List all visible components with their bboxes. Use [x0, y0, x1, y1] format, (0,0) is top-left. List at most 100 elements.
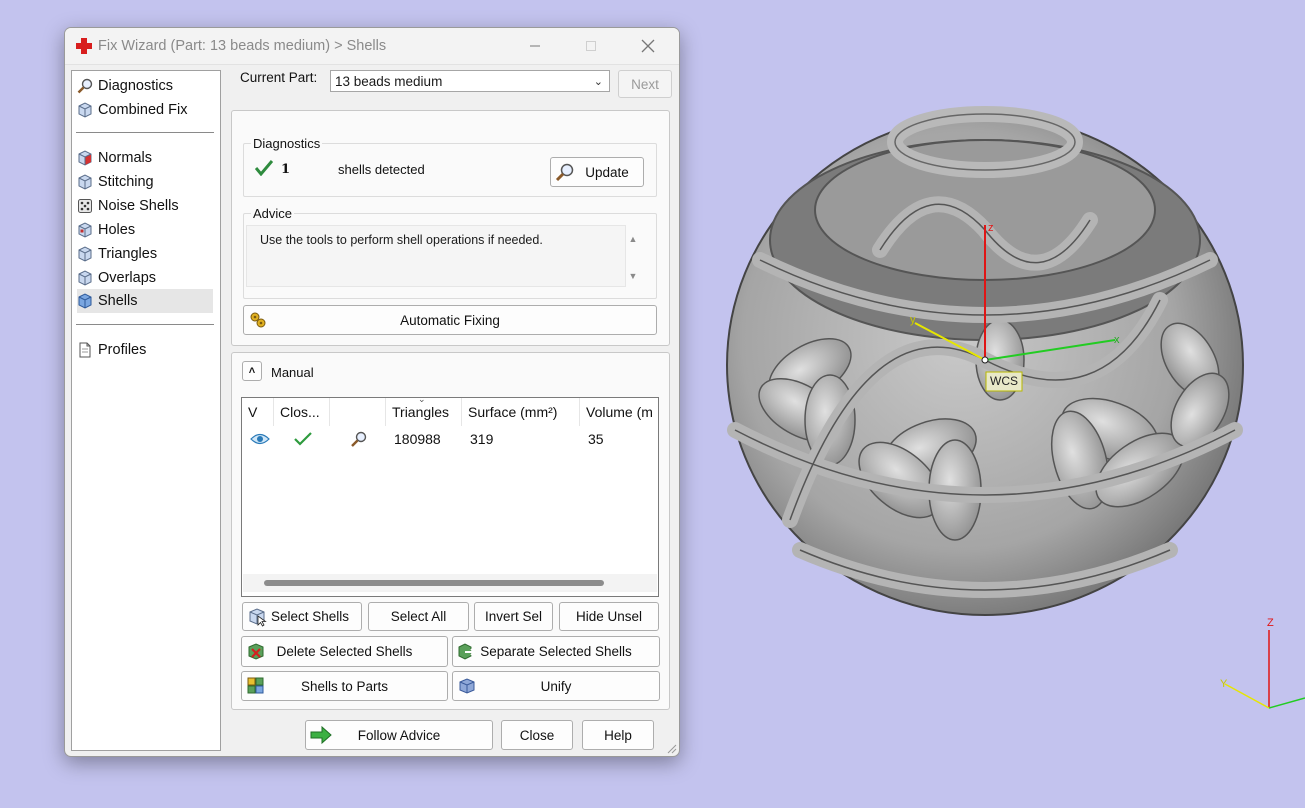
check-icon: [255, 160, 273, 176]
close-icon: [641, 39, 655, 53]
diagnostics-title: Diagnostics: [251, 136, 323, 151]
maximize-button[interactable]: [568, 28, 614, 64]
advice-textbox[interactable]: Use the tools to perform shell operation…: [246, 225, 626, 287]
closed-check-icon: [288, 428, 312, 450]
separate-selected-shells-button[interactable]: Separate Selected Shells: [452, 636, 660, 667]
automatic-fixing-button[interactable]: Automatic Fixing: [243, 305, 657, 335]
nav-label: Diagnostics: [98, 78, 173, 94]
shells-to-parts-icon: [247, 677, 264, 694]
cube-icon: [78, 246, 92, 262]
axis-y-label: y: [910, 314, 916, 326]
nav-item-normals[interactable]: Normals: [77, 147, 152, 169]
cube-select-icon: [249, 607, 267, 627]
shell-count: 1: [281, 162, 291, 177]
minimize-button[interactable]: [512, 28, 558, 64]
current-part-label: Current Part:: [240, 70, 318, 85]
resize-grip-icon[interactable]: [667, 744, 677, 754]
magnifier-icon: [555, 163, 574, 182]
axis-x-label: x: [1114, 334, 1120, 346]
title-bar[interactable]: Fix Wizard (Part: 13 beads medium) > She…: [65, 28, 679, 65]
wcs-label: WCS: [990, 374, 1018, 388]
cube-red-icon: [78, 150, 92, 166]
nav-item-holes[interactable]: Holes: [77, 219, 135, 241]
shells-to-parts-label: Shells to Parts: [300, 678, 389, 694]
minimize-icon: [530, 45, 540, 47]
fix-nav-list: Diagnostics Combined Fix Normals Stitchi…: [71, 70, 221, 751]
axis-z-label: z: [988, 222, 994, 234]
green-arrow-icon: [310, 725, 332, 745]
help-button[interactable]: Help: [582, 720, 654, 750]
select-shells-button[interactable]: Select Shells: [242, 602, 362, 631]
manual-title: Manual: [271, 365, 314, 380]
advice-title: Advice: [251, 206, 295, 221]
dice-icon: [78, 199, 92, 213]
hide-unsel-button[interactable]: Hide Unsel: [559, 602, 659, 631]
nav-label: Noise Shells: [98, 198, 179, 214]
column-header-closed[interactable]: Clos...: [274, 398, 330, 426]
cube-icon: [78, 102, 92, 118]
next-button[interactable]: Next: [618, 70, 672, 98]
current-part-value: 13 beads medium: [335, 73, 443, 89]
update-label: Update: [585, 164, 629, 180]
nav-item-combined-fix[interactable]: Combined Fix: [77, 99, 187, 121]
fix-wizard-window: Fix Wizard (Part: 13 beads medium) > She…: [64, 27, 680, 757]
collapse-manual-button[interactable]: ˄: [242, 361, 262, 381]
magnifier-icon: [351, 431, 367, 447]
column-header-triangles[interactable]: Triangles ⌄: [386, 398, 462, 426]
scroll-up-arrow-icon[interactable]: ▲: [626, 234, 640, 244]
current-part-dropdown[interactable]: 13 beads medium ⌄: [330, 70, 610, 92]
shells-to-parts-button[interactable]: Shells to Parts: [241, 671, 448, 701]
inspect-shell-icon[interactable]: [344, 428, 368, 450]
surface-cell: 319: [470, 431, 494, 447]
column-header-visibility[interactable]: V: [242, 398, 274, 426]
cube-icon: [78, 222, 92, 238]
column-header-surface[interactable]: Surface (mm²): [462, 398, 580, 426]
nav-label: Triangles: [98, 246, 158, 262]
automatic-fixing-label: Automatic Fixing: [400, 312, 500, 328]
nav-divider: [76, 324, 214, 325]
maximize-icon: [586, 41, 596, 51]
invert-sel-button[interactable]: Invert Sel: [474, 602, 553, 631]
nav-label: Normals: [98, 150, 152, 166]
nav-item-overlaps[interactable]: Overlaps: [77, 267, 156, 289]
eye-icon[interactable]: [244, 428, 270, 450]
nav-item-diagnostics[interactable]: Diagnostics: [77, 75, 173, 97]
nav-label: Overlaps: [98, 270, 157, 286]
cube-icon: [78, 174, 92, 190]
horizontal-scroll-thumb[interactable]: [264, 580, 604, 586]
nav-item-triangles[interactable]: Triangles: [77, 243, 157, 265]
sort-chevron-icon: ⌄: [418, 398, 426, 404]
magnifier-icon: [77, 78, 93, 94]
nav-item-stitching[interactable]: Stitching: [77, 171, 154, 193]
follow-advice-button[interactable]: Follow Advice: [305, 720, 493, 750]
unify-button[interactable]: Unify: [452, 671, 660, 701]
gears-icon: [250, 312, 266, 328]
cube-blue-icon: [78, 293, 92, 309]
nav-item-shells[interactable]: Shells: [77, 289, 213, 313]
nav-label: Holes: [98, 222, 136, 238]
check-icon: [294, 432, 312, 446]
cube-icon: [78, 270, 92, 286]
close-button[interactable]: Close: [501, 720, 573, 750]
window-title: Fix Wizard (Part: 13 beads medium) > She…: [98, 38, 387, 54]
shells-table[interactable]: V Clos... Triangles ⌄ Surface (mm²) Volu…: [241, 397, 659, 597]
red-cross-icon: [76, 38, 92, 54]
update-button[interactable]: Update: [550, 157, 644, 187]
eye-icon-svg: [250, 433, 270, 445]
triangles-header-label: Triangles: [392, 404, 450, 420]
unify-icon: [459, 678, 475, 694]
nav-label: Stitching: [98, 174, 154, 190]
advice-text: Use the tools to perform shell operation…: [260, 233, 543, 247]
nav-item-noise-shells[interactable]: Noise Shells: [77, 195, 179, 217]
scroll-down-arrow-icon[interactable]: ▼: [626, 271, 640, 281]
close-window-button[interactable]: [625, 28, 671, 64]
chevron-down-icon: ⌄: [593, 76, 603, 88]
select-all-button[interactable]: Select All: [368, 602, 469, 631]
document-icon: [79, 342, 91, 358]
delete-shell-icon: [248, 642, 264, 660]
nav-item-profiles[interactable]: Profiles: [77, 339, 146, 361]
column-header-volume[interactable]: Volume (m: [580, 398, 660, 426]
delete-selected-shells-button[interactable]: Delete Selected Shells: [241, 636, 448, 667]
unify-label: Unify: [540, 678, 572, 694]
column-header-inspect[interactable]: [330, 398, 386, 426]
